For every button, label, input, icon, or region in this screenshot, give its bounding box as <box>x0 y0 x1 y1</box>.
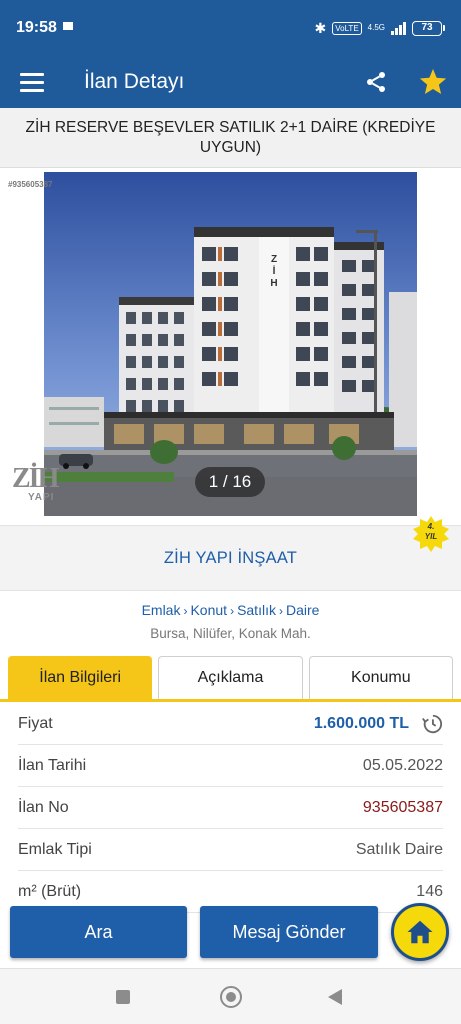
breadcrumb-separator: › <box>278 604 283 618</box>
detail-tabs: İlan Bilgileri Açıklama Konumu <box>0 656 461 702</box>
network-type-label: 4.5G <box>367 23 385 32</box>
tab-konumu[interactable]: Konumu <box>308 656 453 699</box>
send-message-button[interactable]: Mesaj Gönder <box>200 906 378 958</box>
svg-text:Z: Z <box>271 254 277 265</box>
logo-subtext: YAPI <box>28 492 55 503</box>
listing-info-table: Fiyat 1.600.000 TL İlan Tarihi 05.05.202… <box>0 703 461 913</box>
date-label: İlan Tarihi <box>18 756 87 774</box>
membership-year-badge: 4. YIL <box>413 516 449 552</box>
company-bar[interactable]: ZİH YAPI İNŞAAT <box>0 525 461 591</box>
screen: 19:58 ✱ VoLTE 4.5G 73 İlan Detayı ZİH RE… <box>0 0 461 1024</box>
info-row-listing-no: İlan No 935605387 <box>18 787 443 829</box>
breadcrumb-item-satilik[interactable]: Satılık <box>237 602 276 618</box>
battery-level: 73 <box>412 20 442 36</box>
notification-icon <box>62 22 73 30</box>
breadcrumb-separator: › <box>230 604 235 618</box>
system-nav-bar <box>0 968 461 1024</box>
listing-no-label: İlan No <box>18 798 69 816</box>
listing-photo[interactable]: Z İ H <box>44 172 417 516</box>
star-icon[interactable] <box>413 62 453 102</box>
recent-apps-icon[interactable] <box>116 990 130 1004</box>
battery-icon: 73 <box>412 20 445 36</box>
share-icon[interactable] <box>358 64 394 100</box>
listing-location: Bursa, Nilüfer, Konak Mah. <box>150 626 311 641</box>
app-bar: İlan Detayı <box>0 56 461 108</box>
volte-icon: VoLTE <box>332 21 362 35</box>
year-badge-label: YIL <box>424 532 438 541</box>
property-type-value: Satılık Daire <box>355 840 443 858</box>
photo-counter: 1 / 16 <box>195 467 265 497</box>
price-value: 1.600.000 TL <box>313 714 409 732</box>
breadcrumb-item-konut[interactable]: Konut <box>190 602 227 618</box>
company-name-link[interactable]: ZİH YAPI İNŞAAT <box>164 549 297 568</box>
home-icon[interactable] <box>391 903 449 961</box>
property-type-label: Emlak Tipi <box>18 840 92 858</box>
status-time: 19:58 <box>16 19 57 36</box>
breadcrumb-area: Emlak › Konut › Satılık › Daire Bursa, Nilüfer… <box>0 592 461 654</box>
svg-text:İ: İ <box>273 264 276 277</box>
info-row-price: Fiyat 1.600.000 TL <box>18 703 443 745</box>
action-bar: Ara Mesaj Gönder <box>0 898 461 968</box>
breadcrumb-item-emlak[interactable]: Emlak <box>142 602 181 618</box>
page-title: İlan Detayı <box>84 70 185 93</box>
photo-gallery[interactable]: #935605387 Z İ H ZİH YAPI 1 / 16 <box>0 168 461 525</box>
info-row-property-type: Emlak Tipi Satılık Daire <box>18 829 443 871</box>
system-home-icon[interactable] <box>220 986 242 1008</box>
listing-title: ZİH RESERVE BEŞEVLER SATILIK 2+1 DAİRE (… <box>0 108 461 168</box>
search-button[interactable]: Ara <box>10 906 187 958</box>
svg-text:H: H <box>270 278 277 289</box>
listing-no-value: 935605387 <box>362 798 443 816</box>
signal-icon <box>391 21 406 35</box>
back-icon[interactable] <box>328 989 342 1005</box>
bluetooth-icon: ✱ <box>314 19 327 36</box>
year-badge-number: 4. <box>427 522 435 531</box>
logo-text: ZİH <box>12 463 59 494</box>
breadcrumb: Emlak › Konut › Satılık › Daire <box>0 602 461 618</box>
info-row-date: İlan Tarihi 05.05.2022 <box>18 745 443 787</box>
tab-aciklama[interactable]: Açıklama <box>158 656 303 699</box>
listing-id-watermark: #935605387 <box>8 180 53 189</box>
date-value: 05.05.2022 <box>362 756 443 774</box>
price-history-icon[interactable] <box>421 713 443 735</box>
hamburger-menu-icon[interactable] <box>0 56 64 108</box>
breadcrumb-separator: › <box>183 604 188 618</box>
tab-ilan-bilgileri[interactable]: İlan Bilgileri <box>8 656 153 699</box>
company-logo-watermark: ZİH YAPI <box>12 463 76 508</box>
breadcrumb-item-daire[interactable]: Daire <box>286 602 319 618</box>
status-icons: ✱ VoLTE 4.5G 73 <box>314 19 445 37</box>
price-label: Fiyat <box>18 714 53 732</box>
status-bar: 19:58 ✱ VoLTE 4.5G 73 <box>0 0 461 56</box>
